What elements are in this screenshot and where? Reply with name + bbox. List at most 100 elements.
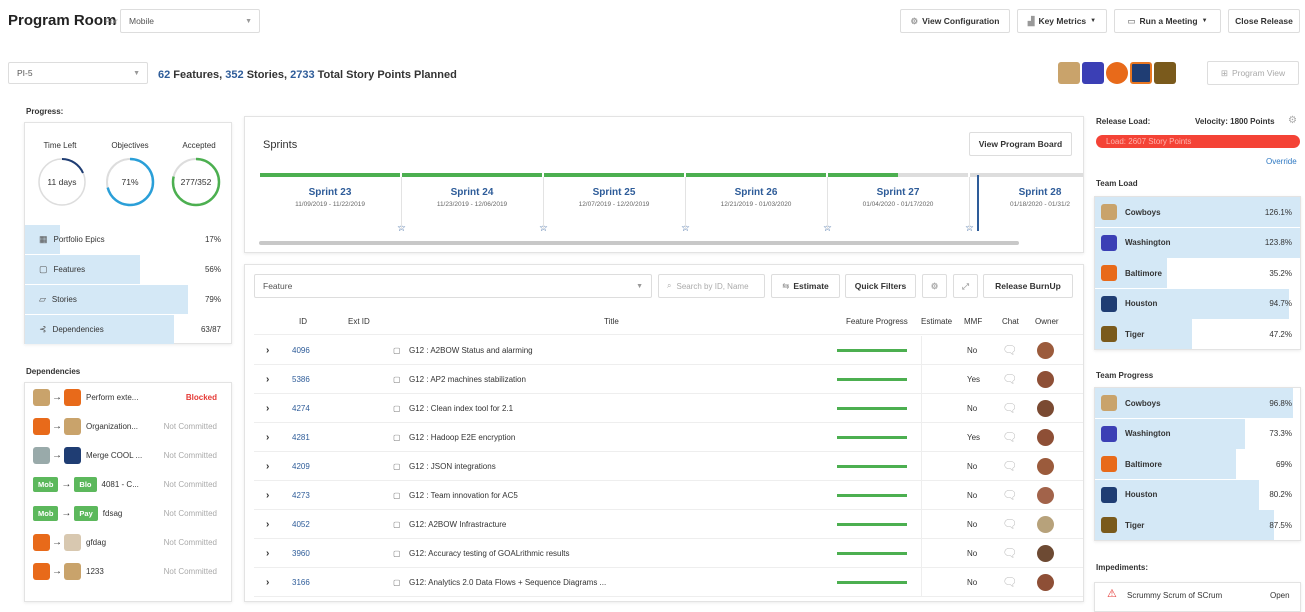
chat-icon[interactable]: 🗨 — [1002, 343, 1017, 357]
dependency-row[interactable]: → Merge COOL ... Not Committed — [25, 441, 231, 470]
feature-id[interactable]: 3960 — [292, 549, 310, 558]
program-select[interactable]: Mobile ▼ — [120, 9, 260, 33]
expand-chevron-icon[interactable]: › — [266, 345, 269, 356]
washington-avatar[interactable] — [1082, 62, 1104, 84]
col-id[interactable]: ID — [299, 317, 307, 326]
houston-avatar[interactable] — [1130, 62, 1152, 84]
owner-avatar[interactable] — [1037, 515, 1054, 533]
program-view-button[interactable]: ⊞ Program View — [1207, 61, 1299, 85]
feature-id[interactable]: 3166 — [292, 578, 310, 587]
col-title[interactable]: Title — [604, 317, 619, 326]
owner-avatar[interactable] — [1037, 457, 1054, 475]
quick-filters-button[interactable]: Quick Filters — [845, 274, 916, 298]
feature-title[interactable]: G12: Analytics 2.0 Data Flows + Sequence… — [409, 578, 606, 587]
owner-avatar[interactable] — [1037, 341, 1054, 359]
col-feature-progress[interactable]: Feature Progress — [846, 317, 908, 326]
feature-title[interactable]: G12 : JSON integrations — [409, 462, 496, 471]
table-row[interactable]: › 4273 ▢ G12 : Team innovation for AC5 No 🗨 — [254, 481, 1083, 510]
release-burnup-button[interactable]: Release BurnUp — [983, 274, 1073, 298]
sprint-cell[interactable]: Sprint 27 01/04/2020 - 01/17/2020 — [827, 187, 969, 208]
velocity-settings-icon[interactable]: ⚙ — [1288, 115, 1297, 126]
owner-avatar[interactable] — [1037, 544, 1054, 562]
chat-icon[interactable]: 🗨 — [1002, 372, 1017, 386]
sprint-cell[interactable]: Sprint 26 12/21/2019 - 01/03/2020 — [685, 187, 827, 208]
chat-icon[interactable]: 🗨 — [1002, 430, 1017, 444]
table-row[interactable]: › 3960 ▢ G12: Accuracy testing of GOALrithm… — [254, 539, 1083, 568]
col-mmf[interactable]: MMF — [964, 317, 982, 326]
expand-chevron-icon[interactable]: › — [266, 519, 269, 530]
owner-avatar[interactable] — [1037, 486, 1054, 504]
table-row[interactable]: › 4209 ▢ G12 : JSON integrations No 🗨 — [254, 452, 1083, 481]
pi-select[interactable]: PI-5 ▼ — [8, 62, 148, 84]
feature-id[interactable]: 4273 — [292, 491, 310, 500]
chat-icon[interactable]: 🗨 — [1002, 517, 1017, 531]
expand-chevron-icon[interactable]: › — [266, 461, 269, 472]
key-metrics-button[interactable]: ▟ Key Metrics ▼ — [1017, 9, 1107, 33]
feature-title[interactable]: G12: A2BOW Infrastracture — [409, 520, 506, 529]
feature-title[interactable]: G12 : Team innovation for AC5 — [409, 491, 518, 500]
expand-chevron-icon[interactable]: › — [266, 577, 269, 588]
chat-icon[interactable]: 🗨 — [1002, 575, 1017, 589]
expand-chevron-icon[interactable]: › — [266, 490, 269, 501]
owner-avatar[interactable] — [1037, 573, 1054, 591]
chat-icon[interactable]: 🗨 — [1002, 488, 1017, 502]
sprint-cell[interactable]: Sprint 28 01/18/2020 - 01/31/2 — [969, 187, 1083, 208]
team-row[interactable]: Washington 123.8% — [1095, 227, 1300, 258]
table-row[interactable]: › 4281 ▢ G12 : Hadoop E2E encryption Yes 🗨 — [254, 423, 1083, 452]
feature-title[interactable]: G12 : A2BOW Status and alarming — [409, 346, 533, 355]
team-row[interactable]: Houston 80.2% — [1095, 479, 1300, 510]
team-row[interactable]: Houston 94.7% — [1095, 288, 1300, 319]
impediment-text[interactable]: Scrummy Scrum of SCrum — [1127, 591, 1222, 600]
col-owner[interactable]: Owner — [1035, 317, 1059, 326]
col-chat[interactable]: Chat — [1002, 317, 1019, 326]
expand-chevron-icon[interactable]: › — [266, 374, 269, 385]
team-row[interactable]: Washington 73.3% — [1095, 418, 1300, 449]
table-row[interactable]: › 4052 ▢ G12: A2BOW Infrastracture No 🗨 — [254, 510, 1083, 539]
view-configuration-button[interactable]: ⚙ View Configuration — [900, 9, 1010, 33]
feature-id[interactable]: 4274 — [292, 404, 310, 413]
expand-chevron-icon[interactable]: › — [266, 432, 269, 443]
chat-icon[interactable]: 🗨 — [1002, 546, 1017, 560]
sprint-cell[interactable]: Sprint 25 12/07/2019 - 12/20/2019 — [543, 187, 685, 208]
chat-icon[interactable]: 🗨 — [1002, 401, 1017, 415]
type-select[interactable]: Feature ▼ — [254, 274, 652, 298]
team-row[interactable]: Baltimore 35.2% — [1095, 258, 1300, 288]
team-row[interactable]: Cowboys 96.8% — [1095, 388, 1300, 418]
feature-id[interactable]: 4209 — [292, 462, 310, 471]
owner-avatar[interactable] — [1037, 399, 1054, 417]
expand-button[interactable]: ⤢ — [953, 274, 978, 298]
tiger-avatar[interactable] — [1154, 62, 1176, 84]
team-row[interactable]: Cowboys 126.1% — [1095, 197, 1300, 227]
progress-row-dependencies[interactable]: ⊰ Dependencies 63/87 — [25, 314, 231, 344]
col-ext-id[interactable]: Ext ID — [348, 317, 370, 326]
override-link[interactable]: Override — [1266, 157, 1297, 166]
dependency-row[interactable]: Mob → Blo 4081 - C... Not Committed — [25, 470, 231, 499]
team-row[interactable]: Tiger 87.5% — [1095, 510, 1300, 540]
table-row[interactable]: › 4274 ▢ G12 : Clean index tool for 2.1 No 🗨 — [254, 394, 1083, 423]
owner-avatar[interactable] — [1037, 428, 1054, 446]
feature-title[interactable]: G12 : Clean index tool for 2.1 — [409, 404, 513, 413]
sprint-scrollbar[interactable] — [259, 241, 1019, 245]
progress-row-features[interactable]: ▢ Features 56% — [25, 254, 231, 284]
feature-title[interactable]: G12 : Hadoop E2E encryption — [409, 433, 515, 442]
table-row[interactable]: › 5386 ▢ G12 : AP2 machines stabilization Ye… — [254, 365, 1083, 394]
owner-avatar[interactable] — [1037, 370, 1054, 388]
table-row[interactable]: › 3166 ▢ G12: Analytics 2.0 Data Flows + Se… — [254, 568, 1083, 597]
sprint-cell[interactable]: Sprint 24 11/23/2019 - 12/06/2019 — [401, 187, 543, 208]
table-row[interactable]: › 4096 ▢ G12 : A2BOW Status and alarming No 🗨 — [254, 336, 1083, 365]
search-input[interactable]: ⌕ Search by ID, Name — [658, 274, 765, 298]
baltimore-avatar[interactable] — [1106, 62, 1128, 84]
dependency-row[interactable]: → Organization... Not Committed — [25, 412, 231, 441]
chat-icon[interactable]: 🗨 — [1002, 459, 1017, 473]
expand-chevron-icon[interactable]: › — [266, 548, 269, 559]
col-estimate[interactable]: Estimate — [921, 317, 952, 326]
view-program-board-button[interactable]: View Program Board — [969, 132, 1072, 156]
settings-button[interactable]: ⚙ — [922, 274, 947, 298]
feature-title[interactable]: G12 : AP2 machines stabilization — [409, 375, 526, 384]
dependency-row[interactable]: → gfdag Not Committed — [25, 528, 231, 557]
feature-id[interactable]: 5386 — [292, 375, 310, 384]
team-row[interactable]: Baltimore 69% — [1095, 449, 1300, 479]
dependency-row[interactable]: → Perform exte... Blocked — [25, 383, 231, 412]
dependency-row[interactable]: Mob → Pay fdsag Not Committed — [25, 499, 231, 528]
expand-chevron-icon[interactable]: › — [266, 403, 269, 414]
